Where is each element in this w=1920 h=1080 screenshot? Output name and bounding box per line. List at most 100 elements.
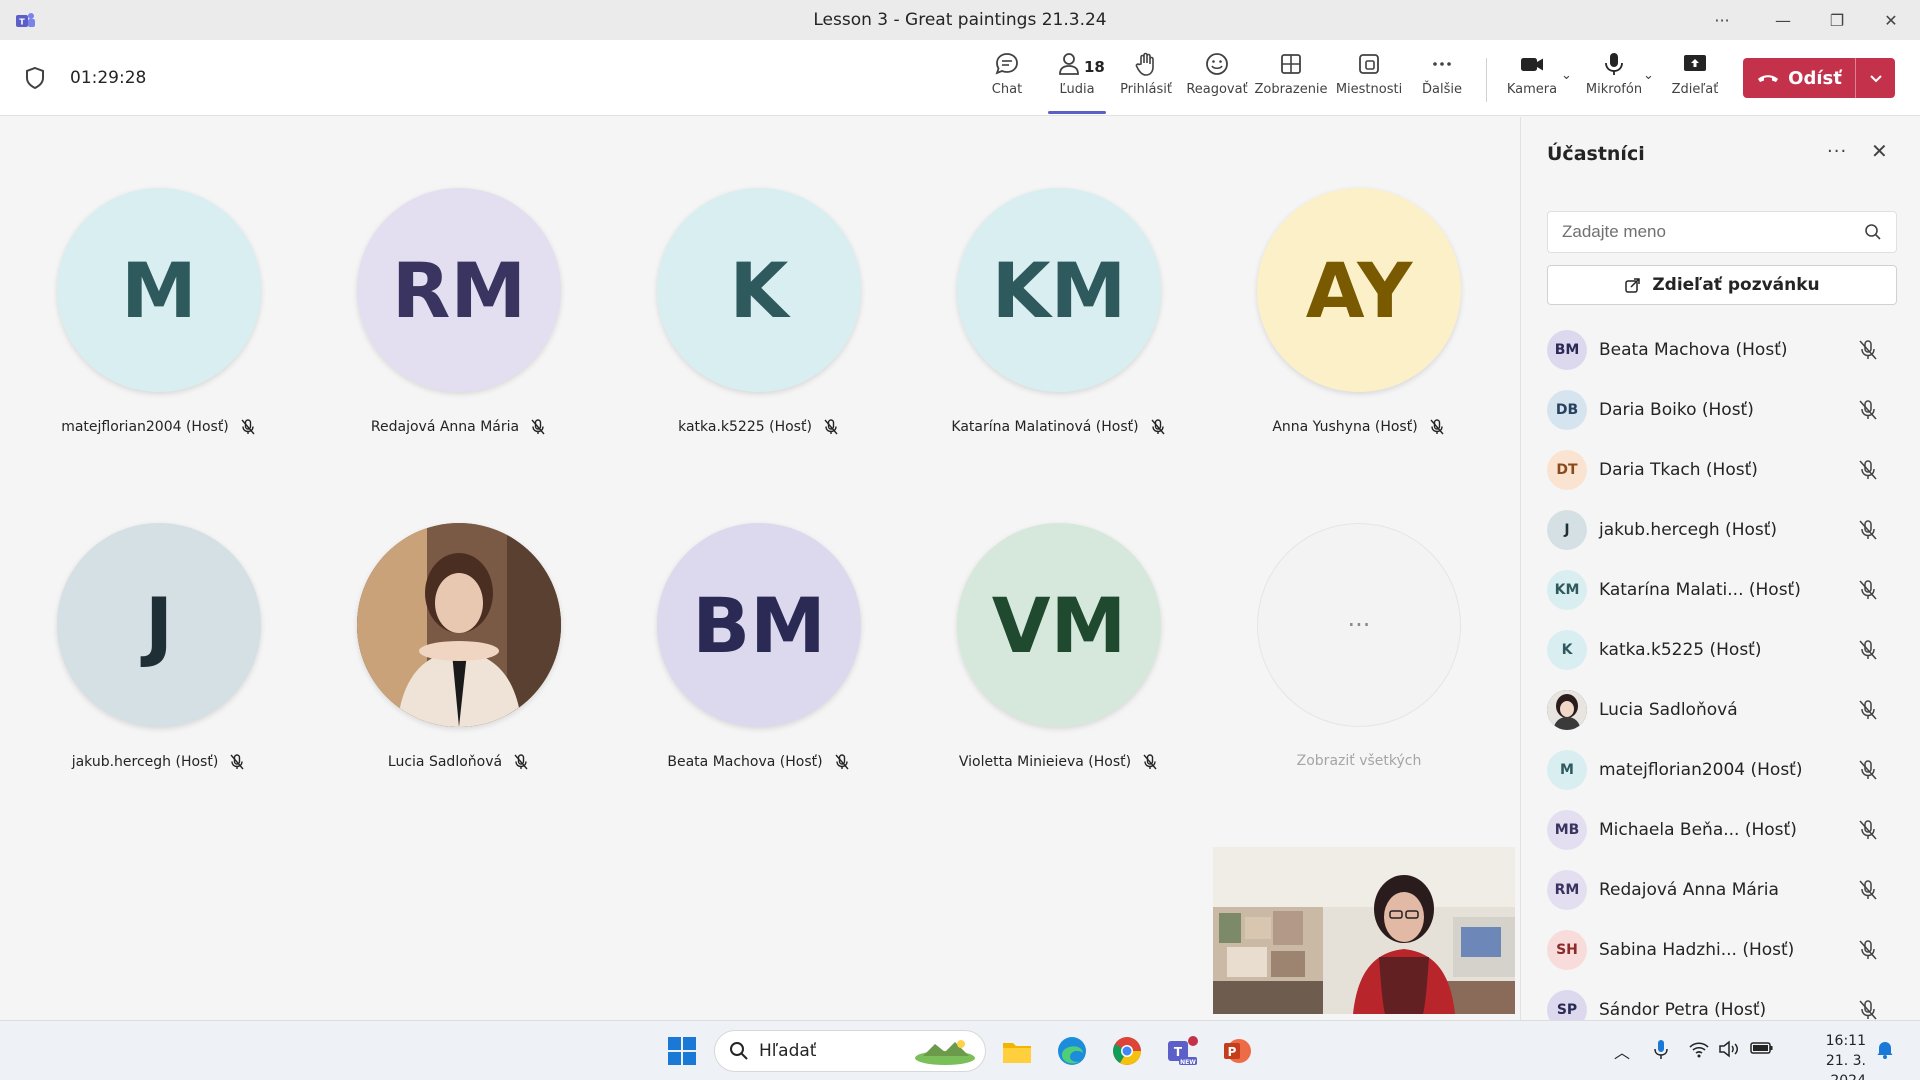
list-item[interactable]: J jakub.hercegh (Hosť) xyxy=(1521,500,1920,560)
mic-muted-icon[interactable] xyxy=(1857,639,1879,661)
mic-muted-icon xyxy=(1151,419,1165,435)
mic-muted-icon[interactable] xyxy=(1857,939,1879,961)
participant-tile[interactable]: K katka.k5225 (Hosť) xyxy=(609,188,909,436)
share-screen-icon xyxy=(1684,55,1706,71)
chat-icon xyxy=(995,53,1018,75)
teams-app-icon[interactable]: T NEW xyxy=(1162,1031,1202,1071)
file-explorer-icon[interactable] xyxy=(997,1031,1037,1071)
rooms-button[interactable]: Miestnosti xyxy=(1334,50,1404,110)
close-window-button[interactable]: ✕ xyxy=(1868,0,1914,40)
chrome-browser-icon[interactable] xyxy=(1107,1031,1147,1071)
participant-search-input[interactable] xyxy=(1562,222,1864,242)
tile-name-row: Katarína Malatinová (Hosť) xyxy=(909,418,1209,436)
mic-muted-icon[interactable] xyxy=(1857,699,1879,721)
video-stage: M matejflorian2004 (Hosť) RM Redajová An… xyxy=(0,117,1520,1020)
list-item[interactable]: Lucia Sadloňová xyxy=(1521,680,1920,740)
raise-hand-button[interactable]: Prihlásiť xyxy=(1118,50,1174,110)
participant-tile[interactable]: KM Katarína Malatinová (Hosť) xyxy=(909,188,1209,436)
window-more-icon[interactable]: ··· xyxy=(1699,0,1745,40)
list-item[interactable]: K katka.k5225 (Hosť) xyxy=(1521,620,1920,680)
participant-tile[interactable]: VM Violetta Minieieva (Hosť) xyxy=(909,523,1209,771)
start-button[interactable] xyxy=(662,1031,702,1071)
mic-muted-icon[interactable] xyxy=(1857,579,1879,601)
participant-tile[interactable]: Lucia Sadloňová xyxy=(309,523,609,771)
list-item[interactable]: M matejflorian2004 (Hosť) xyxy=(1521,740,1920,800)
self-view-video[interactable] xyxy=(1213,847,1515,1014)
shield-icon[interactable] xyxy=(24,66,46,90)
chat-button[interactable]: Chat xyxy=(987,50,1027,110)
leave-button[interactable]: Odísť xyxy=(1743,58,1895,98)
show-all-tile[interactable]: ··· Zobraziť všetkých xyxy=(1209,523,1509,769)
list-item[interactable]: SH Sabina Hadzhi... (Hosť) xyxy=(1521,920,1920,980)
avatar: SH xyxy=(1547,930,1587,970)
microphone-button[interactable]: Mikrofón xyxy=(1584,50,1644,110)
avatar: J xyxy=(1547,510,1587,550)
camera-button[interactable]: Kamera xyxy=(1506,50,1558,110)
panel-more-icon[interactable]: ··· xyxy=(1827,141,1847,162)
tile-name-row: Violetta Minieieva (Hosť) xyxy=(909,753,1209,771)
more-button[interactable]: Ďalšie xyxy=(1420,50,1464,110)
participant-search[interactable] xyxy=(1547,211,1897,253)
mic-muted-icon[interactable] xyxy=(1857,519,1879,541)
wifi-icon[interactable] xyxy=(1688,1039,1710,1063)
powerpoint-app-icon[interactable]: P xyxy=(1217,1031,1257,1071)
microphone-label: Mikrofón xyxy=(1585,82,1643,97)
participant-tile[interactable]: RM Redajová Anna Mária xyxy=(309,188,609,436)
participant-name: Lucia Sadloňová xyxy=(387,754,503,770)
mic-muted-icon[interactable] xyxy=(1857,459,1879,481)
share-button[interactable]: Zdieľať xyxy=(1670,50,1720,110)
search-icon[interactable] xyxy=(1864,223,1882,241)
participant-tile[interactable]: M matejflorian2004 (Hosť) xyxy=(9,188,309,436)
list-item[interactable]: BM Beata Machova (Hosť) xyxy=(1521,320,1920,380)
mic-muted-icon[interactable] xyxy=(1857,339,1879,361)
list-item[interactable]: KM Katarína Malati... (Hosť) xyxy=(1521,560,1920,620)
notification-bell-icon[interactable] xyxy=(1876,1039,1894,1063)
more-dots-icon xyxy=(1433,62,1451,66)
participant-name: Katarína Malatinová (Hosť) xyxy=(951,419,1139,435)
participant-tile[interactable]: BM Beata Machova (Hosť) xyxy=(609,523,909,771)
tile-name-row: matejflorian2004 (Hosť) xyxy=(9,418,309,436)
battery-icon[interactable] xyxy=(1750,1039,1774,1061)
participant-name: Beata Machova (Hosť) xyxy=(667,754,823,770)
participant-name: Sabina Hadzhi... (Hosť) xyxy=(1599,940,1795,960)
minimize-button[interactable]: — xyxy=(1760,0,1806,40)
participant-tile[interactable]: AY Anna Yushyna (Hosť) xyxy=(1209,188,1509,436)
participant-tile[interactable]: J jakub.hercegh (Hosť) xyxy=(9,523,309,771)
share-invite-button[interactable]: Zdieľať pozvánku xyxy=(1547,265,1897,305)
restore-button[interactable]: ❐ xyxy=(1814,0,1860,40)
participant-name: matejflorian2004 (Hosť) xyxy=(1599,760,1803,780)
list-item[interactable]: DT Daria Tkach (Hosť) xyxy=(1521,440,1920,500)
leave-main-button[interactable]: Odísť xyxy=(1743,58,1855,98)
participant-name: Daria Tkach (Hosť) xyxy=(1599,460,1758,480)
tray-microphone-icon[interactable] xyxy=(1652,1039,1670,1065)
tray-chevron-up-icon[interactable]: ︿ xyxy=(1614,1039,1630,1063)
mic-muted-icon[interactable] xyxy=(1857,399,1879,421)
taskbar-clock[interactable]: 16:11 21. 3. 2024 xyxy=(1790,1031,1866,1080)
microphone-options-chevron-icon[interactable]: ⌄ xyxy=(1643,68,1654,83)
avatar: DB xyxy=(1547,390,1587,430)
hang-up-icon xyxy=(1758,75,1779,82)
react-button[interactable]: Reagovať xyxy=(1186,50,1248,110)
list-item[interactable]: MB Michaela Beňa... (Hosť) xyxy=(1521,800,1920,860)
leave-options-chevron-icon[interactable] xyxy=(1856,73,1895,83)
mic-muted-icon[interactable] xyxy=(1857,999,1879,1021)
mic-muted-icon[interactable] xyxy=(1857,759,1879,781)
mic-muted-icon xyxy=(531,419,545,435)
more-participants-icon: ··· xyxy=(1257,523,1461,727)
edge-browser-icon[interactable] xyxy=(1052,1031,1092,1071)
list-item[interactable]: DB Daria Boiko (Hosť) xyxy=(1521,380,1920,440)
avatar: K xyxy=(1547,630,1587,670)
panel-close-icon[interactable]: ✕ xyxy=(1871,139,1888,163)
people-button[interactable]: 18 Ľudia xyxy=(1048,50,1106,110)
view-button[interactable]: Zobrazenie xyxy=(1254,50,1328,110)
taskbar-search[interactable]: Hľadať xyxy=(714,1030,986,1072)
microphone-icon xyxy=(1605,53,1623,75)
volume-icon[interactable] xyxy=(1718,1039,1740,1063)
avatar: K xyxy=(657,188,861,392)
participant-name: Sándor Petra (Hosť) xyxy=(1599,1000,1767,1020)
list-item[interactable]: RM Redajová Anna Mária xyxy=(1521,860,1920,920)
mic-muted-icon[interactable] xyxy=(1857,819,1879,841)
mic-muted-icon[interactable] xyxy=(1857,879,1879,901)
profile-photo xyxy=(357,523,561,727)
camera-options-chevron-icon[interactable]: ⌄ xyxy=(1561,68,1572,83)
